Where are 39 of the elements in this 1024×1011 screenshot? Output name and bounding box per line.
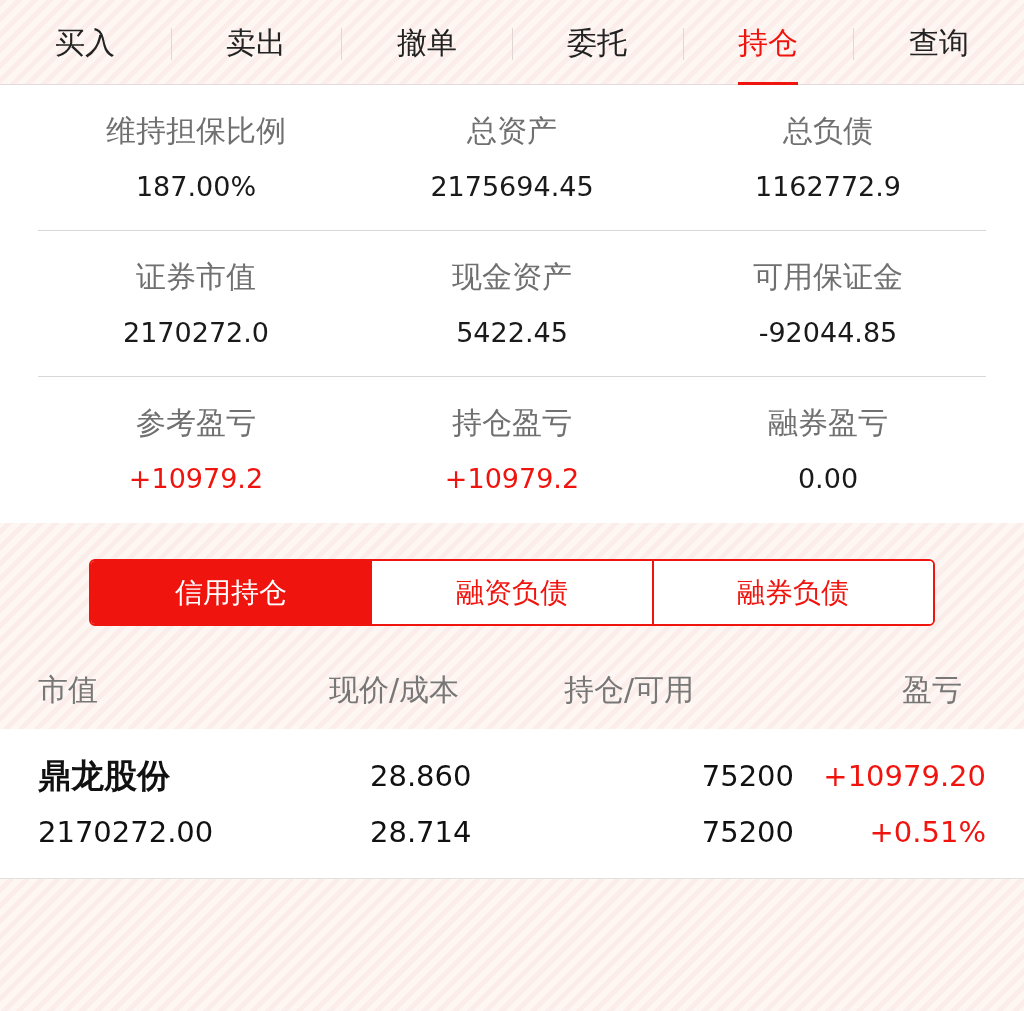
stat-value: 2175694.45 <box>429 170 595 203</box>
stat-label: 参考盈亏 <box>135 405 257 441</box>
stat-value: 5422.45 <box>455 316 569 349</box>
pnl-cell-text: +10979.20 <box>822 757 986 795</box>
stat-label: 总资产 <box>466 112 558 149</box>
stat-label: 维持担保比例 <box>105 112 287 149</box>
stat-value: +10979.2 <box>127 463 265 495</box>
tab[interactable]: 委托 <box>567 0 628 85</box>
segment-tab[interactable]: 融券负债 <box>651 561 933 624</box>
pnl-percent-cell-text: +0.51% <box>868 813 986 851</box>
stat-label: 证券市值 <box>135 258 257 295</box>
column-header: 现价/成本 <box>327 671 461 709</box>
stat-value: 187.00% <box>134 170 258 203</box>
stat-label: 可用保证金 <box>752 258 904 295</box>
market-value-cell-text: 2170272.00 <box>38 813 215 851</box>
tab[interactable]: 撤单 <box>396 0 457 85</box>
stat-value: -92044.85 <box>757 316 899 349</box>
stock-name: 鼎龙股份 <box>38 755 171 796</box>
stat-label: 现金资产 <box>451 258 573 295</box>
stat-label: 总负债 <box>782 112 874 149</box>
segment-tab[interactable]: 信用持仓 <box>91 561 371 624</box>
available-cell-text: 75200 <box>700 813 795 851</box>
position-row[interactable]: 鼎龙股份 28.860 75200 +10979.20 2170272.00 28.714 75200 +0.51% <box>0 729 1024 879</box>
cost-cell-text: 28.714 <box>369 813 473 851</box>
stat-value: 0.00 <box>796 463 860 495</box>
tab[interactable]: 买入 <box>55 0 116 85</box>
stat-label: 融券盈亏 <box>767 405 889 441</box>
stat-label: 持仓盈亏 <box>451 405 573 441</box>
holding-cell-text: 75200 <box>700 757 795 795</box>
column-header: 市值 <box>38 671 99 709</box>
stat-value: 2170272.0 <box>122 316 270 349</box>
tab[interactable]: 卖出 <box>226 0 286 85</box>
segment-tab[interactable]: 融资负债 <box>370 561 652 624</box>
stat-value: +10979.2 <box>443 463 581 495</box>
tab[interactable]: 查询 <box>908 0 969 85</box>
column-header: 持仓/可用 <box>562 671 696 709</box>
stat-value: 1162772.9 <box>754 170 902 203</box>
price-cell-text: 28.860 <box>369 757 473 795</box>
column-header: 盈亏 <box>901 671 963 709</box>
